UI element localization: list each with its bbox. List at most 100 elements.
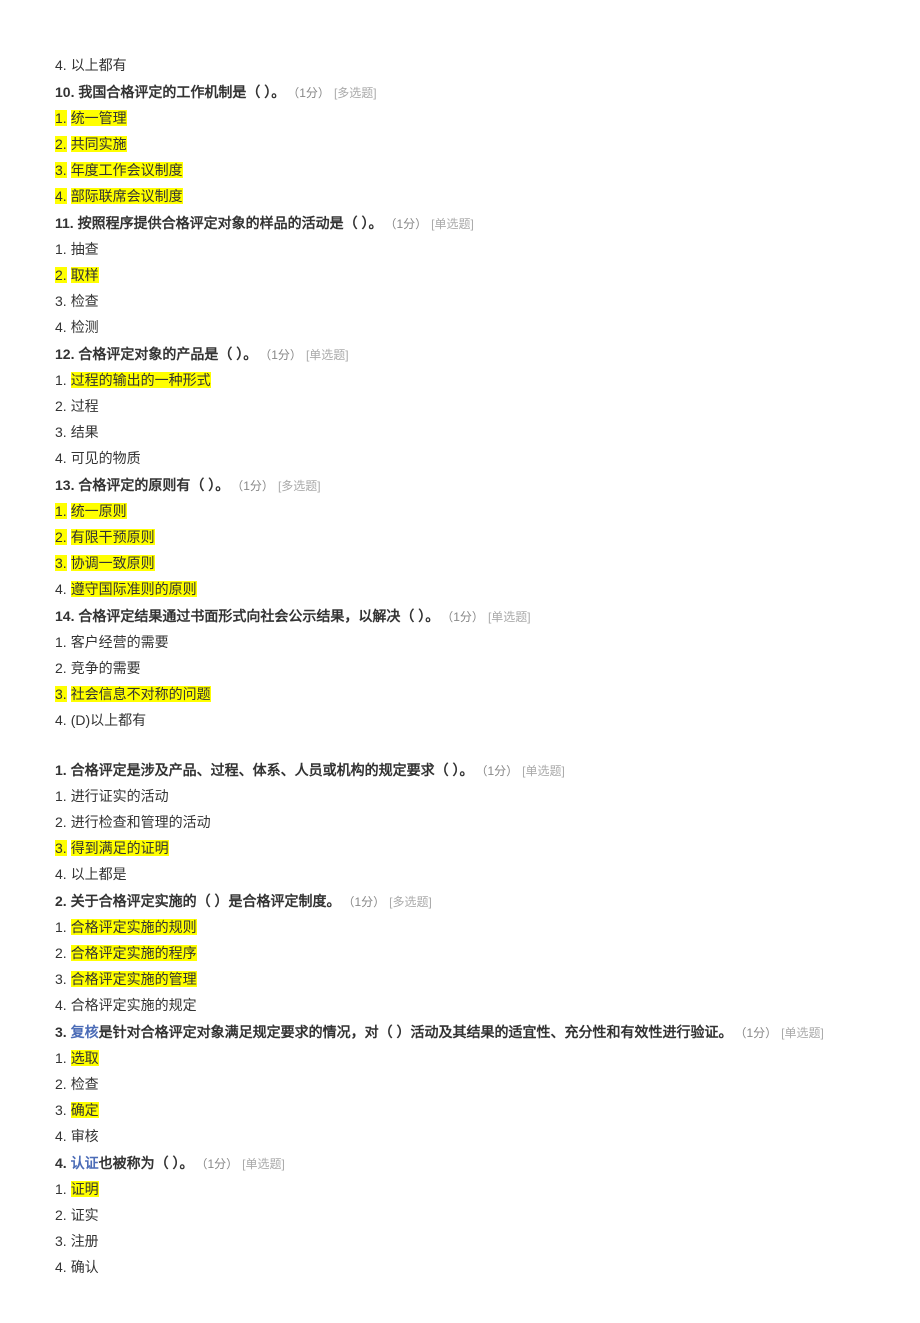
- option-text: 合格评定实施的管理: [71, 971, 197, 987]
- option-number: 3.: [55, 1102, 67, 1118]
- option-text: 取样: [71, 267, 99, 283]
- option-text: 合格评定实施的规则: [71, 919, 197, 935]
- option-text: 进行检查和管理的活动: [71, 814, 211, 830]
- option-line: 3.检查: [55, 291, 865, 312]
- question-points: （1分）: [390, 217, 427, 231]
- question-line: 4. 认证也被称为（ ）。（1分）[单选题]: [55, 1153, 865, 1174]
- question-points: （1分）: [740, 1026, 777, 1040]
- option-text: 审核: [71, 1128, 99, 1144]
- option-line: 4.检测: [55, 317, 865, 338]
- question-number: 12.: [55, 346, 74, 362]
- option-line: 3.结果: [55, 422, 865, 443]
- option-number: 4.: [55, 319, 67, 335]
- option-line: 4.遵守国际准则的原则: [55, 579, 865, 600]
- option-number: 3.: [55, 1233, 67, 1249]
- question-text: 合格评定对象的产品是（ ）。: [78, 346, 257, 362]
- question-link[interactable]: 复核: [71, 1024, 99, 1040]
- option-line: 3.合格评定实施的管理: [55, 969, 865, 990]
- option-text: 进行证实的活动: [71, 788, 169, 804]
- option-text: 过程的输出的一种形式: [71, 372, 211, 388]
- option-line: 4.以上都有: [55, 55, 865, 76]
- option-text: 以上都是: [71, 866, 127, 882]
- option-text: 部际联席会议制度: [71, 188, 183, 204]
- question-number: 13.: [55, 477, 74, 493]
- option-line: 1.选取: [55, 1048, 865, 1069]
- option-text: 选取: [71, 1050, 99, 1066]
- question-link[interactable]: 认证: [71, 1155, 99, 1171]
- option-number: 1.: [55, 372, 67, 388]
- option-number: 2.: [55, 1207, 67, 1223]
- option-number: 2.: [55, 136, 67, 152]
- option-number: 1.: [55, 503, 67, 519]
- question-line: 2. 关于合格评定实施的（ ）是合格评定制度。（1分）[多选题]: [55, 891, 865, 912]
- option-text: 过程: [71, 398, 99, 414]
- option-line: 2.检查: [55, 1074, 865, 1095]
- option-number: 4.: [55, 712, 67, 728]
- question-points: （1分）: [447, 610, 484, 624]
- option-text: 有限干预原则: [71, 529, 155, 545]
- option-text: 确定: [71, 1102, 99, 1118]
- option-line: 4.部际联席会议制度: [55, 186, 865, 207]
- option-text: 得到满足的证明: [71, 840, 169, 856]
- option-number: 4.: [55, 997, 67, 1013]
- option-number: 2.: [55, 398, 67, 414]
- option-line: 3.注册: [55, 1231, 865, 1252]
- option-line: 2.证实: [55, 1205, 865, 1226]
- option-text: 竞争的需要: [71, 660, 141, 676]
- option-line: 3.得到满足的证明: [55, 838, 865, 859]
- question-text: 合格评定是涉及产品、过程、体系、人员或机构的规定要求（ ）。: [71, 762, 474, 778]
- question-number: 2.: [55, 893, 67, 909]
- option-line: 4.(D)以上都有: [55, 710, 865, 731]
- option-text: 检查: [71, 1076, 99, 1092]
- option-line: 4.以上都是: [55, 864, 865, 885]
- option-number: 3.: [55, 293, 67, 309]
- option-number: 1.: [55, 1050, 67, 1066]
- section-gap: [55, 736, 865, 754]
- option-number: 1.: [55, 919, 67, 935]
- question-points: （1分）: [237, 479, 274, 493]
- option-line: 2.竞争的需要: [55, 658, 865, 679]
- option-number: 3.: [55, 686, 67, 702]
- option-number: 3.: [55, 162, 67, 178]
- option-text: 合格评定实施的规定: [71, 997, 197, 1013]
- question-text: 我国合格评定的工作机制是（ ）。: [78, 84, 285, 100]
- option-line: 1.客户经营的需要: [55, 632, 865, 653]
- question-line: 10. 我国合格评定的工作机制是（ ）。（1分）[多选题]: [55, 82, 865, 103]
- question-points: （1分）: [201, 1157, 238, 1171]
- option-text: 社会信息不对称的问题: [71, 686, 211, 702]
- question-line: 14. 合格评定结果通过书面形式向社会公示结果，以解决（ ）。（1分）[单选题]: [55, 606, 865, 627]
- question-text: 关于合格评定实施的（ ）是合格评定制度。: [71, 893, 341, 909]
- option-text: 可见的物质: [71, 450, 141, 466]
- option-line: 4.审核: [55, 1126, 865, 1147]
- question-text: 按照程序提供合格评定对象的样品的活动是（ ）。: [78, 215, 383, 231]
- option-text: (D)以上都有: [71, 712, 146, 728]
- option-line: 4.确认: [55, 1257, 865, 1278]
- option-text: 检测: [71, 319, 99, 335]
- option-number: 2.: [55, 267, 67, 283]
- question-number: 4.: [55, 1155, 67, 1171]
- option-line: 2.过程: [55, 396, 865, 417]
- option-text: 合格评定实施的程序: [71, 945, 197, 961]
- option-line: 1.统一管理: [55, 108, 865, 129]
- question-text: 合格评定的原则有（ ）。: [78, 477, 229, 493]
- option-number: 3.: [55, 555, 67, 571]
- option-number: 3.: [55, 840, 67, 856]
- question-number: 11.: [55, 215, 74, 231]
- question-line: 11. 按照程序提供合格评定对象的样品的活动是（ ）。 （1分） [单选题]: [55, 213, 865, 234]
- question-type-tag: [单选题]: [431, 217, 474, 231]
- option-line: 2.取样: [55, 265, 865, 286]
- option-line: 3.社会信息不对称的问题: [55, 684, 865, 705]
- option-text: 抽查: [71, 241, 99, 257]
- option-text: 注册: [71, 1233, 99, 1249]
- question-line: 12. 合格评定对象的产品是（ ）。（1分）[单选题]: [55, 344, 865, 365]
- option-line: 3.协调一致原则: [55, 553, 865, 574]
- question-text: 合格评定结果通过书面形式向社会公示结果，以解决（ ）。: [78, 608, 439, 624]
- option-text: 以上都有: [71, 57, 127, 73]
- question-type-tag: [单选题]: [522, 764, 565, 778]
- option-line: 1.统一原则: [55, 501, 865, 522]
- question-type-tag: [单选题]: [488, 610, 531, 624]
- question-number: 1.: [55, 762, 67, 778]
- option-line: 1.过程的输出的一种形式: [55, 370, 865, 391]
- option-text: 统一原则: [71, 503, 127, 519]
- option-line: 1.证明: [55, 1179, 865, 1200]
